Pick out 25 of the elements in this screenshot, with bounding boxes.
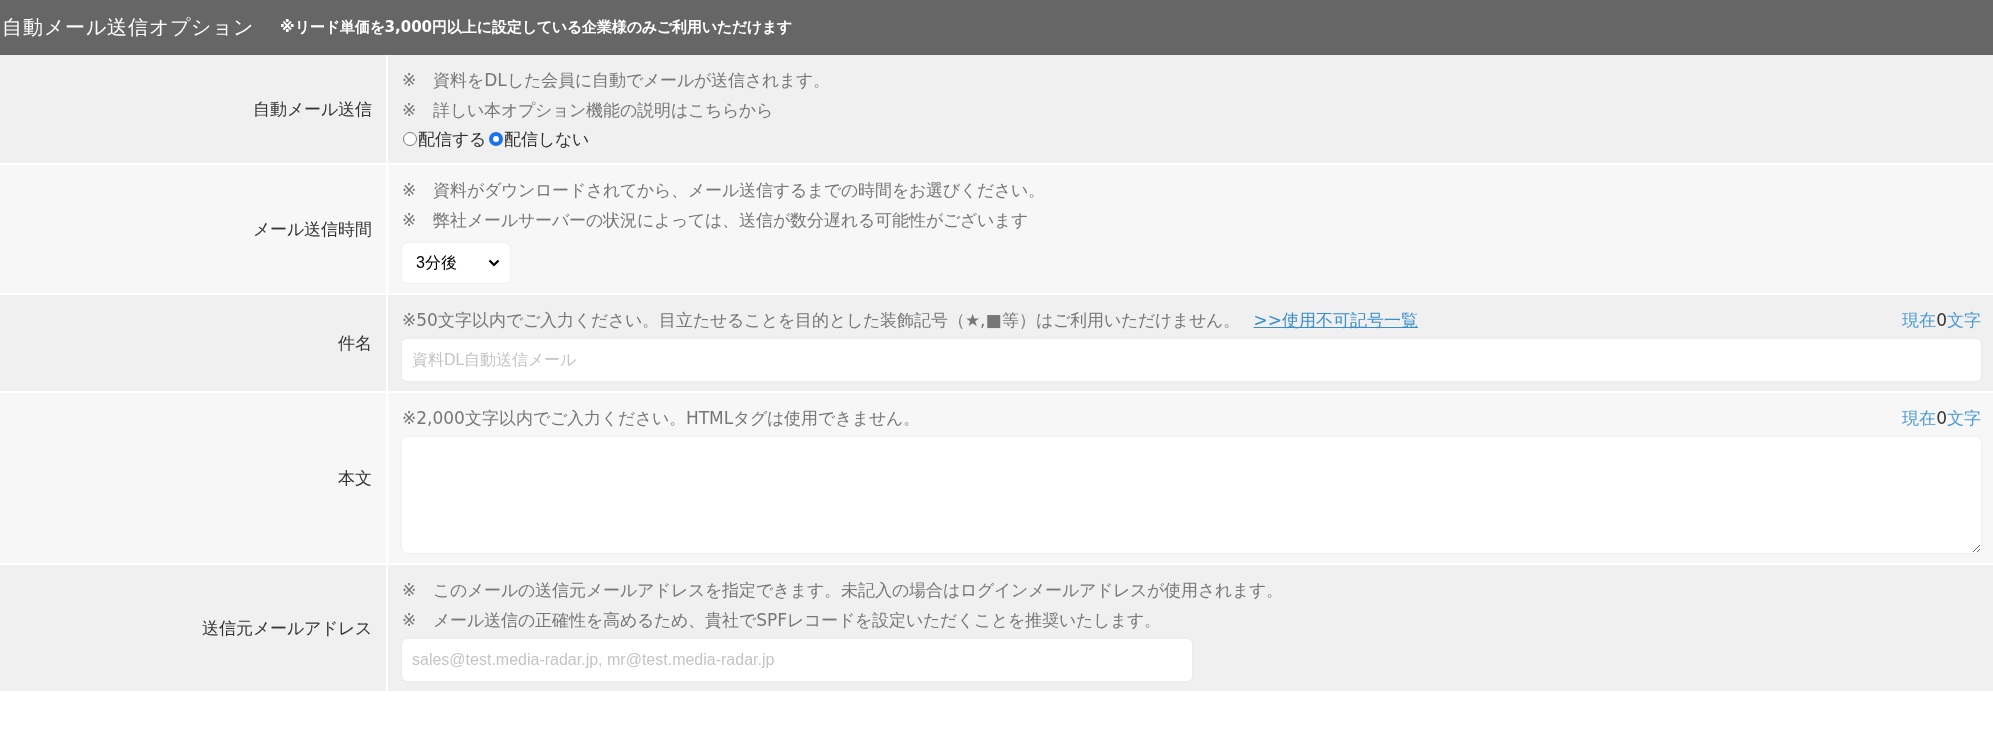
field-label: メール送信時間 — [253, 217, 372, 241]
note-text: ※ 資料をDLした会員に自動でメールが送信されます。 — [402, 69, 831, 92]
radio-label[interactable]: 配信しない — [504, 125, 589, 153]
char-counter: 現在0文字 — [1902, 308, 1981, 332]
header-note: ※リード単価を3,000円以上に設定している企業様のみご利用いただけます — [280, 18, 793, 37]
radio-label[interactable]: 配信する — [418, 125, 486, 153]
note-text: ※ 詳しい本オプション機能の説明はこちらから — [402, 99, 775, 122]
note-text: ※ メール送信の正確性を高めるため、貴社でSPFレコードを設定いただくことを推奨いたします。 — [402, 609, 1163, 632]
field-label: 本文 — [338, 466, 372, 490]
field-label: 送信元メールアドレス — [202, 616, 372, 640]
note-text: ※2,000文字以内でご入力ください。HTMLタグは使用できません。 — [402, 407, 921, 430]
note-text: ※ このメールの送信元メールアドレスを指定できます。未記入の場合はログインメールアドレスが使用されます。 — [402, 579, 1285, 602]
body-field[interactable] — [402, 437, 1981, 553]
note-text: ※50文字以内でご入力ください。目立たせることを目的とした装飾記号（★,■等）はご利用いただけません。 — [402, 309, 1240, 332]
field-label: 件名 — [338, 331, 372, 355]
char-counter: 現在0文字 — [1902, 406, 1981, 430]
note-text: ※ 弊社メールサーバーの状況によっては、送信が数分遅れる可能性がございます — [402, 209, 1030, 232]
chevron-down-icon — [488, 259, 500, 267]
field-label: 自動メール送信 — [253, 97, 372, 121]
radio-button[interactable] — [489, 132, 503, 146]
time-select[interactable]: 3分後 — [402, 243, 510, 283]
section-title: 自動メール送信オプション — [2, 14, 254, 41]
sender-address-field[interactable]: sales@test.media-radar.jp, mr@test.media-radar.jp — [402, 639, 1192, 681]
note-text: ※ 資料がダウンロードされてから、メール送信するまでの時間をお選びください。 — [402, 179, 1047, 202]
radio-button[interactable] — [403, 132, 417, 146]
